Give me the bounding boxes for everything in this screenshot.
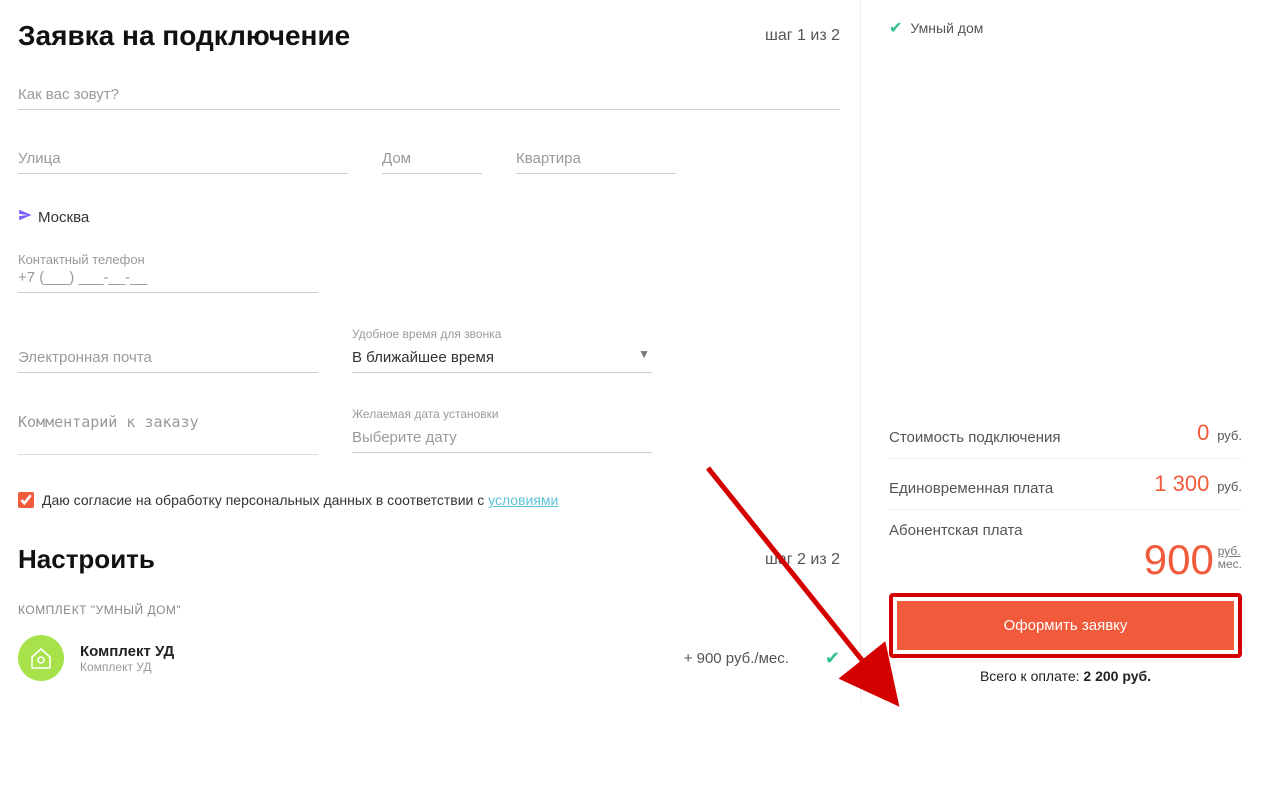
house-input[interactable] xyxy=(382,144,482,174)
summary-item-label: Умный дом xyxy=(910,20,983,36)
kit-subtitle: Комплект УД xyxy=(80,660,174,674)
summary-item: ✔ Умный дом xyxy=(889,18,1242,38)
configure-title: Настроить xyxy=(18,544,155,575)
smart-home-icon xyxy=(18,635,64,681)
total-value: 2 200 руб. xyxy=(1083,668,1151,684)
kit-title: Комплект УД xyxy=(80,643,174,660)
step-2-label: шаг 2 из 2 xyxy=(765,551,840,569)
kit-section-label: КОМПЛЕКТ "УМНЫЙ ДОМ" xyxy=(18,603,840,617)
calltime-select[interactable]: В ближайшее время xyxy=(352,343,652,373)
connect-cost-unit: руб. xyxy=(1217,428,1242,443)
total-prefix: Всего к оплате: xyxy=(980,668,1083,684)
email-input[interactable] xyxy=(18,343,318,373)
city-selector[interactable]: Москва xyxy=(18,208,840,226)
comment-textarea[interactable] xyxy=(18,407,318,455)
step-1-label: шаг 1 из 2 xyxy=(765,27,840,45)
kit-row[interactable]: Комплект УД Комплект УД + 900 руб./мес. … xyxy=(18,635,840,681)
onetime-fee-unit: руб. xyxy=(1217,479,1242,494)
onetime-fee-label: Единовременная плата xyxy=(889,480,1053,497)
consent-checkbox[interactable] xyxy=(18,492,34,508)
phone-input[interactable]: +7 (___) ___-__-__ xyxy=(18,269,318,293)
form-title: Заявка на подключение xyxy=(18,20,350,52)
calltime-label: Удобное время для звонка xyxy=(352,327,652,341)
kit-price: + 900 руб./мес. xyxy=(684,650,789,667)
subscription-unit-month: мес. xyxy=(1218,557,1242,571)
street-input[interactable] xyxy=(18,144,348,174)
location-icon xyxy=(18,208,32,226)
install-date-input[interactable] xyxy=(352,423,652,453)
submit-order-button[interactable]: Оформить заявку xyxy=(897,601,1234,650)
check-icon: ✔ xyxy=(825,648,840,669)
check-icon: ✔ xyxy=(889,18,902,38)
connect-cost-label: Стоимость подключения xyxy=(889,429,1061,446)
connect-cost-value: 0 xyxy=(1197,420,1209,445)
submit-highlight-box: Оформить заявку xyxy=(889,593,1242,658)
install-date-label: Желаемая дата установки xyxy=(352,407,652,421)
subscription-unit-rub: руб. xyxy=(1218,544,1241,558)
onetime-fee-value: 1 300 xyxy=(1154,471,1209,496)
apartment-input[interactable] xyxy=(516,144,676,174)
consent-text: Даю согласие на обработку персональных д… xyxy=(42,492,488,508)
subscription-fee-value: 900 xyxy=(1144,536,1214,583)
city-value: Москва xyxy=(38,209,89,226)
name-input[interactable] xyxy=(18,80,840,110)
phone-label: Контактный телефон xyxy=(18,252,318,267)
terms-link[interactable]: условиями xyxy=(488,492,558,508)
